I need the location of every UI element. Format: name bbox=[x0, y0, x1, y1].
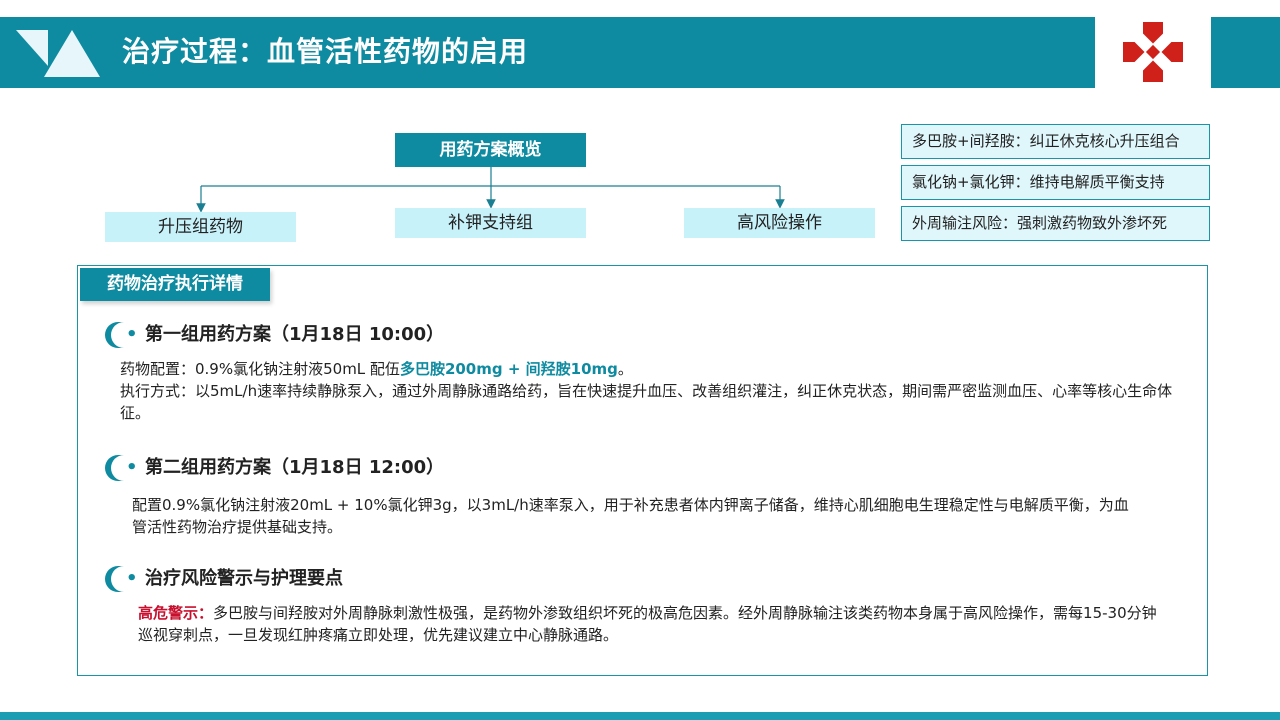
tag-list: 多巴胺+间羟胺：纠正休克核心升压组合 氯化钠+氯化钾：维持电解质平衡支持 外周输… bbox=[901, 124, 1210, 247]
tag-item: 氯化钠+氯化钾：维持电解质平衡支持 bbox=[901, 165, 1210, 200]
section-title: 第一组用药方案（1月18日 10:00） bbox=[145, 324, 445, 345]
details-panel-label: 药物治疗执行详情 bbox=[80, 268, 270, 301]
overview-connectors bbox=[196, 167, 785, 213]
execution-line: 执行方式：以5mL/h速率持续静脉泵入，通过外周静脉通路给药，旨在快速提升血压、… bbox=[120, 382, 1173, 422]
tag-item: 多巴胺+间羟胺：纠正休克核心升压组合 bbox=[901, 124, 1210, 159]
tag-item: 外周输注风险：强刺激药物致外渗坏死 bbox=[901, 206, 1210, 241]
highlight-drugs: 多巴胺200mg + 间羟胺10mg bbox=[399, 360, 618, 378]
section-body-second-regimen: 配置0.9%氯化钠注射液20mL + 10%氯化钾3g，以3mL/h速率泵入，用… bbox=[132, 496, 1129, 536]
logo-box bbox=[1095, 17, 1211, 88]
branch-vasopressor: 升压组药物 bbox=[105, 212, 296, 242]
drug-config-line: 药物配置：0.9%氯化钠注射液50mL 配伍多巴胺200mg + 间羟胺10mg… bbox=[120, 360, 633, 378]
branch-high-risk: 高风险操作 bbox=[684, 208, 875, 238]
bullet-icon: • bbox=[126, 324, 138, 345]
bullet-icon: • bbox=[126, 568, 138, 589]
medical-cross-logo-icon bbox=[1123, 22, 1183, 82]
warning-label: 高危警示： bbox=[138, 604, 214, 622]
footer-band bbox=[0, 712, 1280, 720]
section-title: 第二组用药方案（1月18日 12:00） bbox=[145, 457, 445, 478]
section-title: 治疗风险警示与护理要点 bbox=[145, 568, 343, 589]
branch-potassium-support: 补钾支持组 bbox=[395, 208, 586, 238]
section-body-risk-warning: 高危警示：多巴胺与间羟胺对外周静脉刺激性极强，是药物外渗致组织坏死的极高危因素。… bbox=[138, 604, 1157, 644]
bullet-icon: • bbox=[126, 457, 138, 478]
section-body-first-regimen: 药物配置：0.9%氯化钠注射液50mL 配伍多巴胺200mg + 间羟胺10mg… bbox=[120, 358, 1190, 424]
